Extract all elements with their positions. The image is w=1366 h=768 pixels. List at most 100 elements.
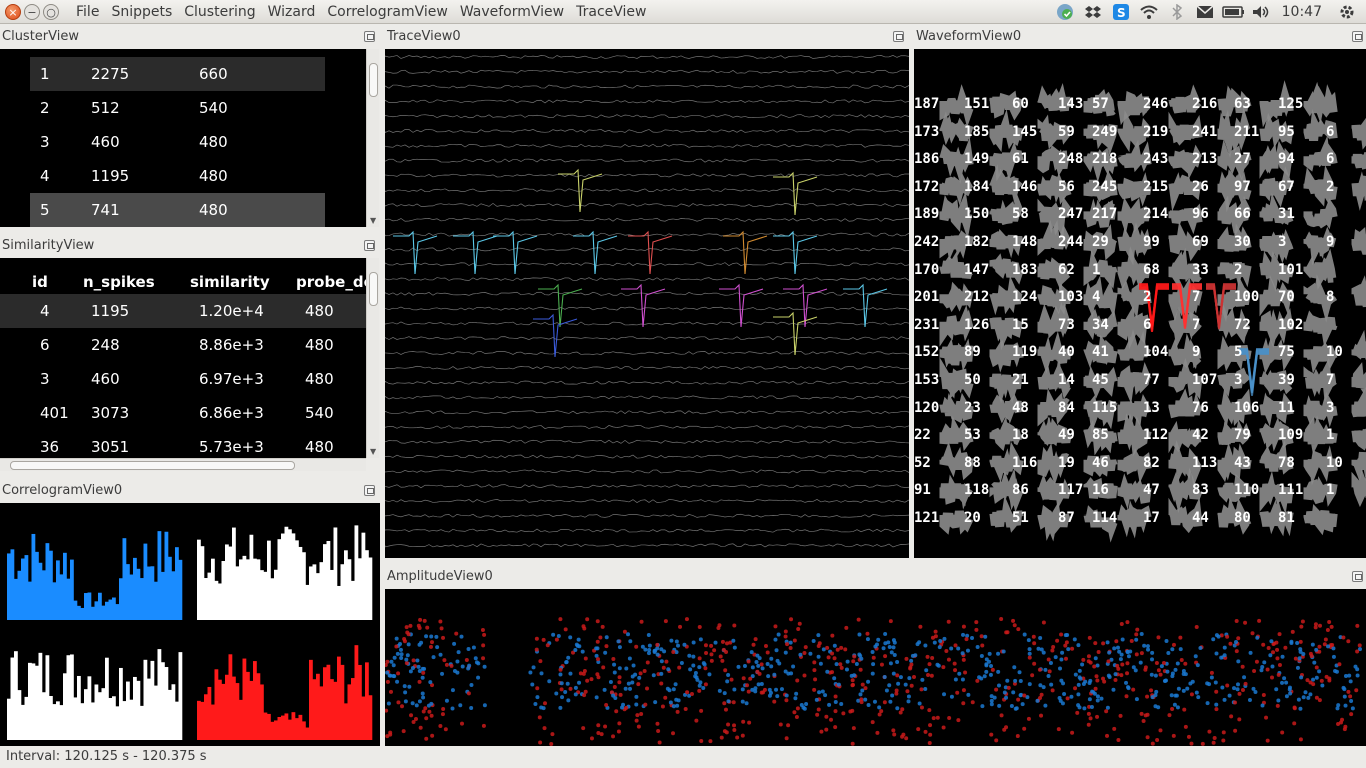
menu-correlogramview[interactable]: CorrelogramView [321,3,453,21]
trace-view-float-button[interactable] [893,31,904,42]
volume-icon[interactable] [1250,3,1272,21]
amplitude-point [903,682,908,687]
amplitude-point [1039,713,1044,718]
amplitude-point [687,653,692,658]
menu-snippets[interactable]: Snippets [105,3,178,21]
similarity-view-float-button[interactable] [364,240,375,251]
cluster-table-scrollbar[interactable]: ▼ [366,49,379,227]
channel-label: 153 [914,372,940,388]
col-n-spikes[interactable]: n_spikes [83,268,155,296]
channel-label: 39 [1278,372,1295,388]
channel-label: 245 [1092,178,1118,195]
correlogram-canvas[interactable] [0,503,380,746]
similarity-row[interactable]: 3 460 6.97e+3 480 [0,362,366,396]
amplitude-point [684,617,689,622]
menu-clustering[interactable]: Clustering [178,3,261,21]
trace-spike [843,283,888,328]
amplitude-point [1343,724,1348,729]
amplitude-point [430,640,435,645]
amplitude-point [811,639,816,644]
amplitude-point [1175,705,1180,710]
amplitude-point [1212,735,1217,740]
clock[interactable]: 10:47 [1282,4,1322,20]
amplitude-point [947,716,952,721]
battery-icon[interactable] [1221,3,1244,21]
amplitude-point [754,660,759,665]
amplitude-point [466,691,471,696]
trace-spike [723,230,768,275]
similarity-row[interactable]: 6 248 8.86e+3 480 [0,328,366,362]
amplitude-point [1343,703,1348,708]
amplitude-point [872,699,877,704]
cluster-row[interactable]: 3 460 480 [30,125,325,159]
amplitude-view-float-button[interactable] [1352,571,1363,582]
correlogram-view-float-button[interactable] [364,485,375,496]
amplitude-point [1150,650,1155,655]
trace-channel [385,469,909,474]
amplitude-point [466,646,471,651]
amplitude-point [698,637,703,642]
menu-file[interactable]: File [70,3,105,21]
skype-icon[interactable]: S [1110,3,1132,21]
wifi-icon[interactable] [1138,3,1160,21]
correlogram-bar [10,549,15,620]
correlogram-bar [115,604,120,620]
col-similarity[interactable]: similarity [190,268,270,296]
amplitude-point [803,645,808,650]
waveform-view-float-button[interactable] [1352,31,1363,42]
trace-channel [385,336,909,341]
cluster-row[interactable]: 5 741 480 [30,193,325,227]
correlogram-bar [154,581,158,620]
amplitude-point [598,635,603,640]
amplitude-point [1095,698,1100,703]
cluster-view-float-button[interactable] [364,31,375,42]
mail-icon[interactable] [1194,3,1216,21]
trace-channel [385,143,909,148]
trace-canvas[interactable] [385,49,909,558]
similarity-row[interactable]: 401 3073 6.86e+3 540 [0,396,366,430]
cluster-row[interactable]: 2 512 540 [30,91,325,125]
cluster-row[interactable]: 4 1195 480 [30,159,325,193]
similarity-row[interactable]: 4 1195 1.20e+4 480 [0,294,366,328]
amplitude-point [456,650,461,655]
similarity-table-hscrollbar[interactable] [0,458,366,471]
amplitude-point [1114,639,1119,644]
window-close-button[interactable]: × [5,4,21,20]
window-maximize-button[interactable]: ○ [43,4,59,20]
menu-waveformview[interactable]: WaveformView [454,3,570,21]
correlogram-bar [326,664,331,740]
menu-wizard[interactable]: Wizard [262,3,322,21]
amplitude-point [773,624,778,629]
amplitude-point [874,642,879,647]
bluetooth-icon[interactable] [1166,3,1188,21]
amplitude-point [1178,635,1183,640]
dropbox-icon[interactable] [1082,3,1104,21]
channel-label: 243 [1143,151,1169,168]
amplitude-point [832,643,837,648]
cluster-table[interactable]: 1 2275 660 2 512 540 3 460 480 4 1195 48… [0,49,366,227]
amplitude-point [1072,637,1077,642]
update-shield-icon[interactable] [1054,3,1076,21]
settings-gear-icon[interactable] [1336,3,1358,21]
amplitude-point [1055,638,1060,643]
cluster-row[interactable]: 1 2275 660 [30,57,325,91]
waveform-canvas[interactable]: 187 151 60 143 57 246 216 63 125 173 185 145 59 249 21… [914,49,1366,558]
menu-traceview[interactable]: TraceView [570,3,652,21]
similarity-row[interactable]: 36 3051 5.73e+3 480 [0,430,366,458]
similarity-table[interactable]: id n_spikes similarity probe_de 4 1195 1… [0,258,366,458]
amplitude-point [595,646,600,651]
amplitude-point [1150,657,1155,662]
amplitude-point [960,677,965,682]
amplitude-canvas[interactable] [385,589,1366,746]
channel-label: 114 [1092,510,1118,526]
similarity-table-vscrollbar[interactable]: ▼ [366,258,379,458]
amplitude-point [580,649,585,654]
amplitude-point [1317,644,1322,649]
channel-label: 5 [1234,344,1243,361]
amplitude-point [535,686,540,691]
window-minimize-button[interactable]: − [24,4,40,20]
amplitude-point [825,669,830,674]
col-id[interactable]: id [32,268,48,296]
amplitude-point [732,728,737,733]
col-probe[interactable]: probe_de [296,268,366,296]
